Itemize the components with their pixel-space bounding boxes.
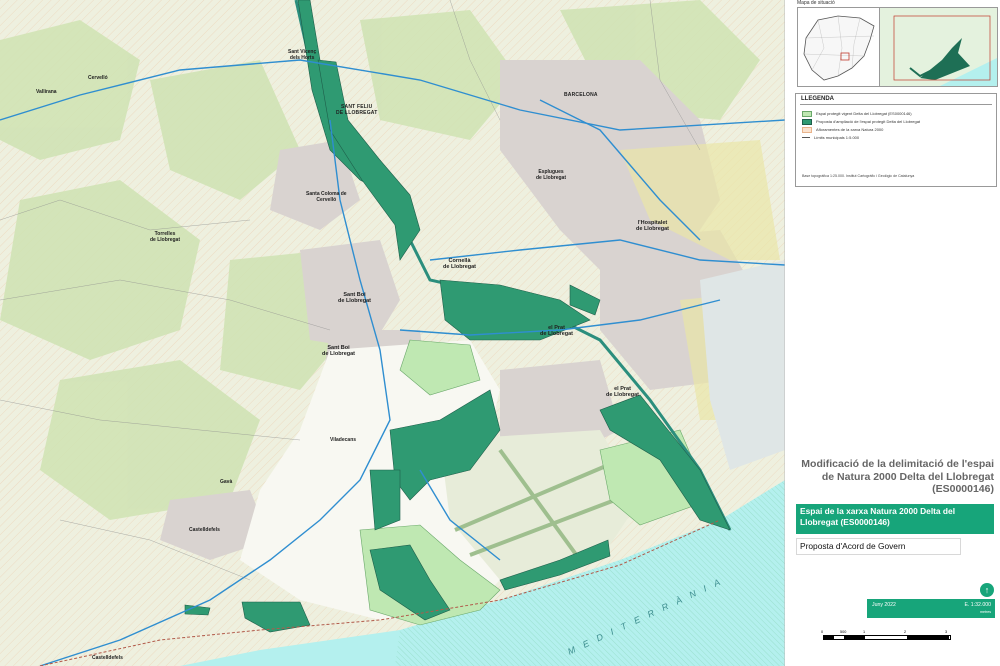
- scale-tick: 500: [840, 630, 847, 634]
- scale-label: E. 1:32.000: [964, 602, 991, 608]
- place-label: SANT FELIU DE LLOBREGAT: [336, 104, 378, 116]
- legend-swatch: [802, 137, 810, 139]
- scale-tick: 0: [821, 630, 824, 634]
- map-canvas[interactable]: Sant Vicenç dels Horts SANT FELIU DE LLO…: [0, 0, 785, 666]
- proposal-label: Proposta d'Acord de Govern: [796, 538, 961, 555]
- place-label: Vallirana: [36, 89, 57, 95]
- legend-divider: [800, 104, 992, 105]
- legend-swatch: [802, 119, 812, 125]
- legend-item: Afloramentes de la xarxa Natura 2000: [802, 127, 883, 133]
- place-label: BARCELONA: [564, 92, 598, 98]
- place-label: Gavà: [220, 479, 233, 485]
- network-title: Espai de la xarxa Natura 2000 Delta del …: [796, 504, 994, 534]
- legend-item: Límits municipals 1:5.000: [802, 135, 859, 140]
- place-label: Torrelles de Llobregat: [150, 231, 181, 243]
- legend-label: Límits municipals 1:5.000: [814, 135, 860, 140]
- situation-map-catalonia: [797, 7, 881, 87]
- map-sidebar: Mapa de situació LLEGENDA Espai protegit…: [785, 0, 1000, 666]
- north-arrow-icon: ↑: [980, 583, 994, 597]
- place-label: Sant Vicenç dels Horts: [288, 49, 317, 61]
- place-label: Castelldefels: [189, 527, 220, 533]
- place-label: Viladecans: [330, 437, 357, 443]
- place-label: el Prat de Llobregat: [606, 386, 640, 399]
- date-scale-box: Juny 2022 E. 1:32.000 metres: [867, 599, 995, 618]
- legend-item: Espai protegit vigent Delta del Llobrega…: [802, 111, 912, 117]
- place-label: Sant Boi de Llobregat: [338, 292, 372, 305]
- place-label: Esplugues de Llobregat: [536, 169, 567, 181]
- legend-swatch: [802, 127, 812, 133]
- legend-label: Proposta d'ampliació de l'espai protegit…: [816, 119, 921, 125]
- legend-item: Proposta d'ampliació de l'espai protegit…: [802, 119, 920, 125]
- situation-map-detail: [879, 7, 998, 87]
- place-label: Castelldefels: [92, 655, 123, 661]
- legend-label: Espai protegit vigent Delta del Llobrega…: [816, 111, 912, 117]
- scale-tick: 2: [904, 630, 907, 634]
- units-label: metres: [980, 610, 991, 614]
- place-label: Sant Boi de Llobregat: [322, 345, 356, 358]
- scale-bar: [823, 635, 951, 640]
- legend-title: LLEGENDA: [801, 96, 834, 102]
- legend: LLEGENDA Espai protegit vigent Delta del…: [795, 93, 997, 187]
- situation-title: Mapa de situació: [797, 0, 835, 6]
- catalonia-outline: [803, 15, 875, 81]
- date-label: Juny 2022: [872, 602, 896, 608]
- place-label: Cornellà de Llobregat: [443, 258, 477, 271]
- map-graphics: [0, 0, 785, 666]
- place-label: el Prat de Llobregat: [540, 325, 574, 338]
- legend-label: Afloramentes de la xarxa Natura 2000: [816, 127, 884, 133]
- legend-footnote: Base topogràfica 1:25.000. Institut Cart…: [802, 174, 915, 178]
- place-label: Cervelló: [88, 75, 108, 81]
- place-label: l'Hospitalet de Llobregat: [636, 220, 670, 233]
- map-title: Modificació de la delimitació de l'espai…: [801, 458, 994, 496]
- detail-outline: [880, 8, 997, 86]
- scale-tick: 1: [863, 630, 866, 634]
- place-label: Santa Coloma de Cervelló: [306, 191, 347, 203]
- scale-tick: 3: [945, 630, 948, 634]
- legend-swatch: [802, 111, 812, 117]
